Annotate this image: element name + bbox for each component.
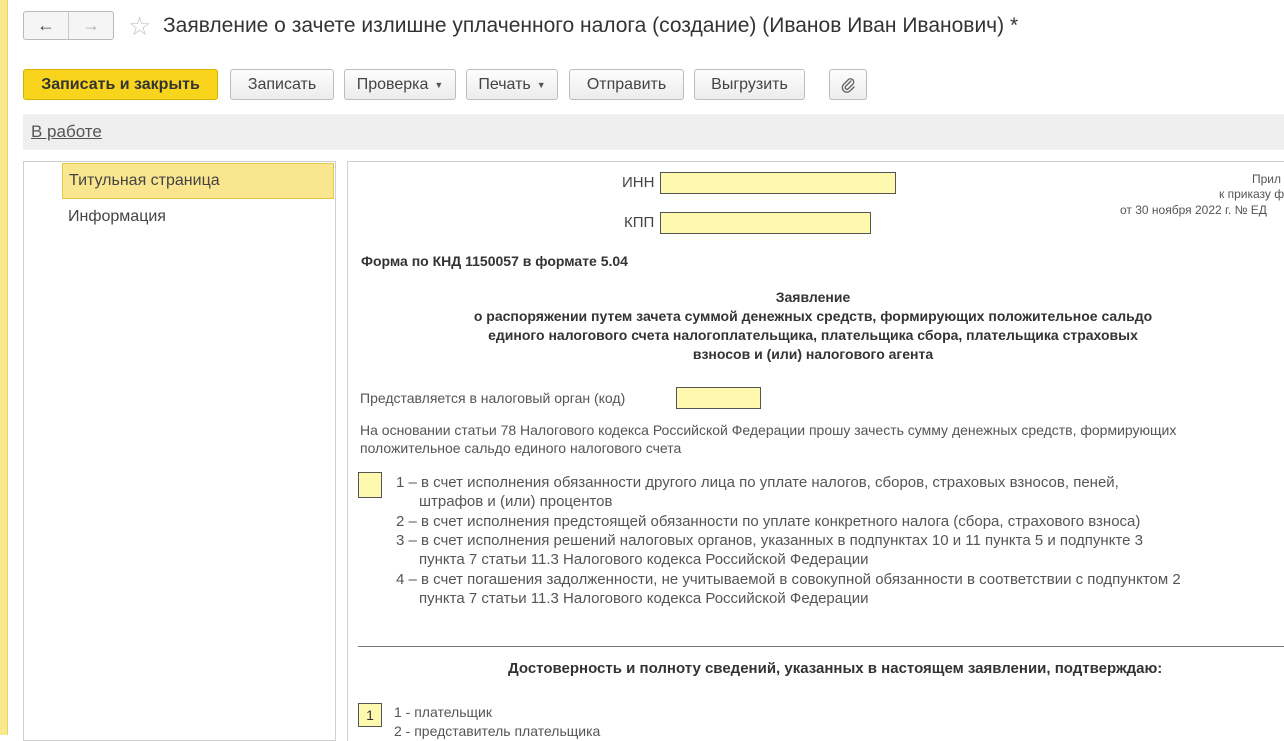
forward-arrow-icon[interactable]: →	[68, 12, 113, 39]
send-button[interactable]: Отправить	[569, 69, 684, 100]
sidebar-item-information[interactable]: Информация	[62, 199, 334, 235]
option-text: пункта 7 статьи 11.3 Налогового кодекса …	[419, 590, 869, 607]
print-label: Печать	[478, 75, 531, 93]
save-button[interactable]: Записать	[230, 69, 334, 100]
attach-button[interactable]	[829, 69, 867, 100]
export-label: Выгрузить	[711, 75, 788, 93]
basis-text: На основании статьи 78 Налогового кодекс…	[360, 422, 1177, 438]
form-subheading: взносов и (или) налогового агента	[692, 346, 934, 362]
option-code-field[interactable]	[358, 472, 382, 498]
history-navigation: ← →	[23, 11, 114, 40]
send-label: Отправить	[586, 75, 667, 93]
export-button[interactable]: Выгрузить	[694, 69, 805, 100]
inn-label: ИНН	[622, 174, 655, 191]
confirm-heading: Достоверность и полноту сведений, указан…	[508, 660, 1163, 677]
save-and-close-button[interactable]: Записать и закрыть	[23, 69, 218, 100]
save-and-close-label: Записать и закрыть	[41, 75, 200, 93]
status-in-work-link[interactable]: В работе	[31, 122, 102, 142]
back-arrow-icon[interactable]: ←	[24, 12, 68, 39]
form-heading: Заявление	[775, 289, 851, 305]
save-label: Записать	[247, 75, 317, 93]
form-area: ИНН КПП Прил к приказу ф от 30 ноября 20…	[347, 161, 1284, 741]
caret-down-icon: ▼	[536, 79, 546, 90]
authority-label: Представляется в налоговый орган (код)	[360, 390, 626, 406]
check-label: Проверка	[356, 75, 429, 93]
option-text: 4 – в счет погашения задолженности, не у…	[396, 571, 1181, 588]
appendix-note: от 30 ноября 2022 г. № ЕД	[1120, 203, 1267, 217]
signer-code-field[interactable]: 1	[358, 703, 382, 727]
form-subheading: единого налогового счета налогоплательщи…	[488, 327, 1138, 343]
signer-option: 2 - представитель плательщика	[394, 723, 601, 739]
window-title: Заявление о зачете излишне уплаченного н…	[163, 14, 1019, 37]
option-text: 3 – в счет исполнения решений налоговых …	[396, 532, 1143, 549]
caret-down-icon: ▼	[434, 79, 444, 90]
authority-code-field[interactable]	[676, 387, 761, 409]
kpp-label: КПП	[624, 214, 655, 231]
appendix-note: Прил	[1252, 172, 1282, 186]
basis-text: положительное сальдо единого налогового …	[360, 440, 682, 456]
form-subheading: о распоряжении путем зачета суммой денеж…	[473, 308, 1153, 324]
sidebar	[23, 161, 336, 741]
inn-field[interactable]	[660, 172, 896, 194]
sidebar-item-title-page[interactable]: Титульная страница	[62, 163, 334, 199]
option-text: пункта 7 статьи 11.3 Налогового кодекса …	[419, 551, 869, 568]
print-dropdown-button[interactable]: Печать ▼	[466, 69, 558, 100]
option-text: 2 – в счет исполнения предстоящей обязан…	[396, 513, 1141, 530]
appendix-note: к приказу ф	[1219, 187, 1284, 201]
window-edge-strip	[0, 0, 8, 735]
check-dropdown-button[interactable]: Проверка ▼	[344, 69, 456, 100]
signer-option: 1 - плательщик	[394, 704, 492, 720]
kpp-field[interactable]	[660, 212, 871, 234]
paperclip-icon	[841, 77, 855, 93]
option-text: штрафов и (или) процентов	[419, 493, 613, 510]
sidebar-item-label: Титульная страница	[69, 172, 220, 189]
favorite-star-icon[interactable]: ☆	[128, 11, 151, 41]
status-bar: В работе	[23, 114, 1284, 150]
section-divider	[358, 646, 1284, 647]
form-code: Форма по КНД 1150057 в формате 5.04	[361, 253, 628, 269]
sidebar-item-label: Информация	[68, 208, 166, 225]
option-text: 1 – в счет исполнения обязанности другог…	[396, 474, 1119, 491]
